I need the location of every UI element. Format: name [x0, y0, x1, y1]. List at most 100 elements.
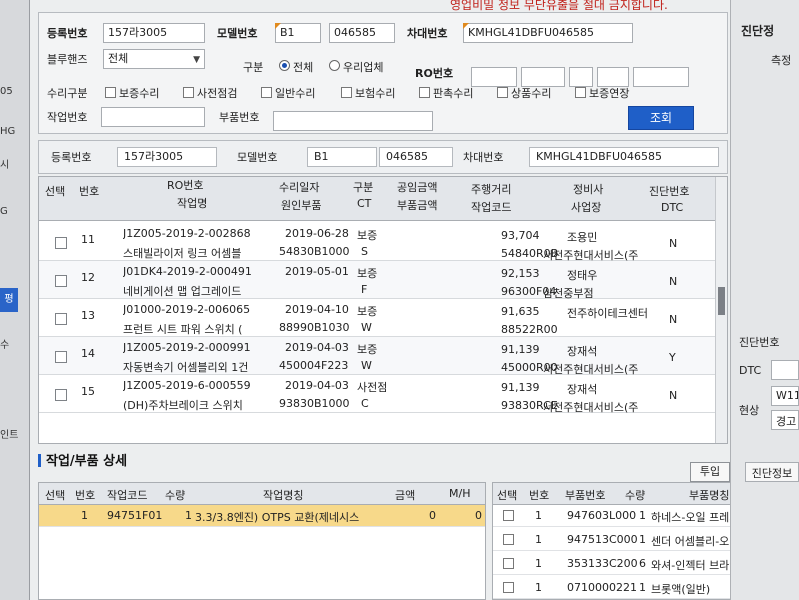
parts-row-checkbox[interactable] [503, 534, 514, 545]
ro-history-table: 선택 번호 RO번호 작업명 수리일자 원인부품 구분 CT 공임금액 부품금액… [38, 176, 728, 444]
parts-row-checkbox[interactable] [503, 558, 514, 569]
bluehands-select[interactable]: 전체 ▼ [103, 49, 205, 69]
repair-checkbox[interactable] [261, 87, 272, 98]
repair-option: 보험수리 [355, 87, 396, 100]
ro-table-body: 11 J1Z005-2019-2-002868 스태빌라이저 링크 어셈블 2019-… [39, 221, 727, 443]
vehicle-reg-value: 157라3005 [117, 147, 217, 167]
left-strip-text: 05 [0, 86, 13, 97]
parts-grid-header: 선택 번호 부품번호 수량 부품명칭 [493, 483, 731, 505]
input-button[interactable]: 투입 [690, 462, 730, 482]
scrollbar-thumb[interactable] [718, 287, 725, 315]
vehicle-vin-label: 차대번호 [463, 151, 504, 164]
vin-label: 차대번호 [407, 27, 448, 40]
ro-table-row[interactable]: 13 J01000-2019-2-006065 프런트 시트 파워 스위치 (201… [39, 299, 727, 337]
ro-table-row[interactable]: 15 J1Z005-2019-6-000559 (DH)주차브레이크 스위치 2019… [39, 375, 727, 414]
col-select: 선택 [45, 185, 66, 198]
ro-cell-ro: J1Z005-2019-2-002868 [123, 227, 251, 240]
work-row-code: 94751F01 [107, 509, 163, 522]
left-strip-tab[interactable]: 평 [0, 288, 18, 312]
work-row-qty: 1 [185, 509, 192, 522]
parts-col-name: 부품명칭 [689, 489, 730, 502]
ro-table-row[interactable]: 12 J01DK4-2019-2-000491 네비게이션 맵 업그레이드 2019-… [39, 261, 727, 300]
ro-table-row[interactable]: 11 J1Z005-2019-2-002868 스태빌라이저 링크 어셈블 2019-… [39, 223, 727, 262]
parts-row-checkbox[interactable] [503, 582, 514, 593]
parts-cell-name: 와셔-인젝터 브라켓 [651, 559, 732, 572]
work-col-code: 작업코드 [107, 489, 148, 502]
row-checkbox[interactable] [55, 313, 67, 325]
repair-option: 일반수리 [275, 87, 316, 100]
row-checkbox[interactable] [55, 389, 67, 401]
row-checkbox[interactable] [55, 275, 67, 287]
ro-cell-mechanic: 장재석 [567, 383, 598, 396]
ro-cell-mechanic: 조용민 [567, 231, 598, 244]
work-col-no: 번호 [75, 489, 96, 502]
type-radio-all[interactable] [279, 60, 290, 71]
status-value-1: W11 [771, 386, 799, 406]
repair-checkbox[interactable] [497, 87, 508, 98]
parts-cell-no: 1 [535, 533, 542, 546]
required-marker [463, 23, 469, 29]
repair-checkbox[interactable] [183, 87, 194, 98]
ro-cell-code: 88522R00 [501, 323, 558, 336]
repair-type-label: 수리구분 [47, 87, 88, 100]
repair-checkbox[interactable] [105, 87, 116, 98]
status-label: 현상 [739, 404, 760, 417]
parts-cell-name: 센더 어셈블리-오일 프레셔 [651, 535, 731, 548]
reg-no-input[interactable]: 157라3005 [103, 23, 205, 43]
row-checkbox[interactable] [55, 237, 67, 249]
ro-input-2[interactable] [521, 67, 565, 87]
reg-no-label: 등록번호 [47, 27, 88, 40]
col-ct: CT [357, 197, 372, 210]
bluehands-label: 블루핸즈 [47, 53, 88, 66]
vin-input[interactable]: KMHGL41DBFU046585 [463, 23, 633, 43]
parts-cell-no: 1 [535, 581, 542, 594]
left-strip-text: 수 [0, 340, 10, 351]
model-no-input-2[interactable]: 046585 [329, 23, 395, 43]
ro-cell-work: (DH)주차브레이크 스위치 [123, 399, 243, 412]
ro-cell-ro: J01DK4-2019-2-000491 [123, 265, 252, 278]
type-radio-ours[interactable] [329, 60, 340, 71]
ro-cell-ct: S [361, 245, 368, 258]
parts-grid: 선택 번호 부품번호 수량 부품명칭 1 947603L000 1 하네스-오일 프레… [492, 482, 732, 600]
repair-checkbox[interactable] [575, 87, 586, 98]
repair-checkbox[interactable] [341, 87, 352, 98]
ro-table-row[interactable]: 14 J1Z005-2019-2-000991 자동변속기 어셈블리외 1건 2019… [39, 337, 727, 376]
vehicle-model-value-1: B1 [307, 147, 377, 167]
ro-input-3[interactable] [569, 67, 593, 87]
ro-cell-part: 93830B1000 [279, 397, 350, 410]
parts-row[interactable]: 1947603L0001하네스-오일 프레셔 센서 [493, 505, 731, 527]
col-mileage: 주행거리 [471, 183, 512, 196]
left-strip-text: 시 [0, 160, 10, 171]
diagnosis-panel: 진단정 측정 진단번호 DTC 현상 W11 경고 진단정보 [730, 0, 799, 600]
col-ro: RO번호 [167, 179, 204, 192]
part-no-input[interactable] [273, 111, 433, 131]
ro-input-4[interactable] [597, 67, 629, 87]
parts-row[interactable]: 1 0710000221 1 브롯액(일반) [493, 577, 731, 599]
ro-cell-ct: W [361, 321, 372, 334]
repair-option: 보증연장 [589, 87, 630, 100]
parts-col-part: 부품번호 [565, 489, 606, 502]
work-no-input[interactable] [101, 107, 205, 127]
parts-row[interactable]: 1947513C0001센더 어셈블리-오일 프레셔 [493, 529, 731, 551]
parts-col-no: 번호 [529, 489, 550, 502]
search-button[interactable]: 조회 [628, 106, 694, 130]
left-strip-text: G [0, 206, 8, 217]
left-strip-text: HG [0, 126, 16, 137]
diag-info-button[interactable]: 진단정보 [745, 462, 799, 482]
vehicle-reg-label: 등록번호 [51, 151, 92, 164]
vehicle-vin-value: KMHGL41DBFU046585 [529, 147, 719, 167]
ro-cell-ro: J01000-2019-2-006065 [123, 303, 251, 316]
parts-row[interactable]: 1 353133C200 6 와셔-인젝터 브라켓 [493, 553, 731, 575]
ro-table-scrollbar[interactable] [715, 177, 727, 443]
work-grid-header: 선택 번호 작업코드 수량 작업명칭 금액 M/H [39, 483, 485, 505]
ro-cell-date: 2019-04-03 [285, 341, 349, 354]
row-checkbox[interactable] [55, 351, 67, 363]
ro-input-5[interactable] [633, 67, 689, 87]
repair-checkbox[interactable] [419, 87, 430, 98]
dtc-input[interactable] [771, 360, 799, 380]
work-row[interactable]: 1 94751F01 1 3.3/3.8엔진) OTPS 교환(제네시스 0 0 [39, 505, 485, 527]
ro-cell-diag: N [669, 389, 678, 402]
parts-row-checkbox[interactable] [503, 510, 514, 521]
ro-input-1[interactable] [471, 67, 517, 87]
model-no-input-1[interactable]: B1 [275, 23, 321, 43]
